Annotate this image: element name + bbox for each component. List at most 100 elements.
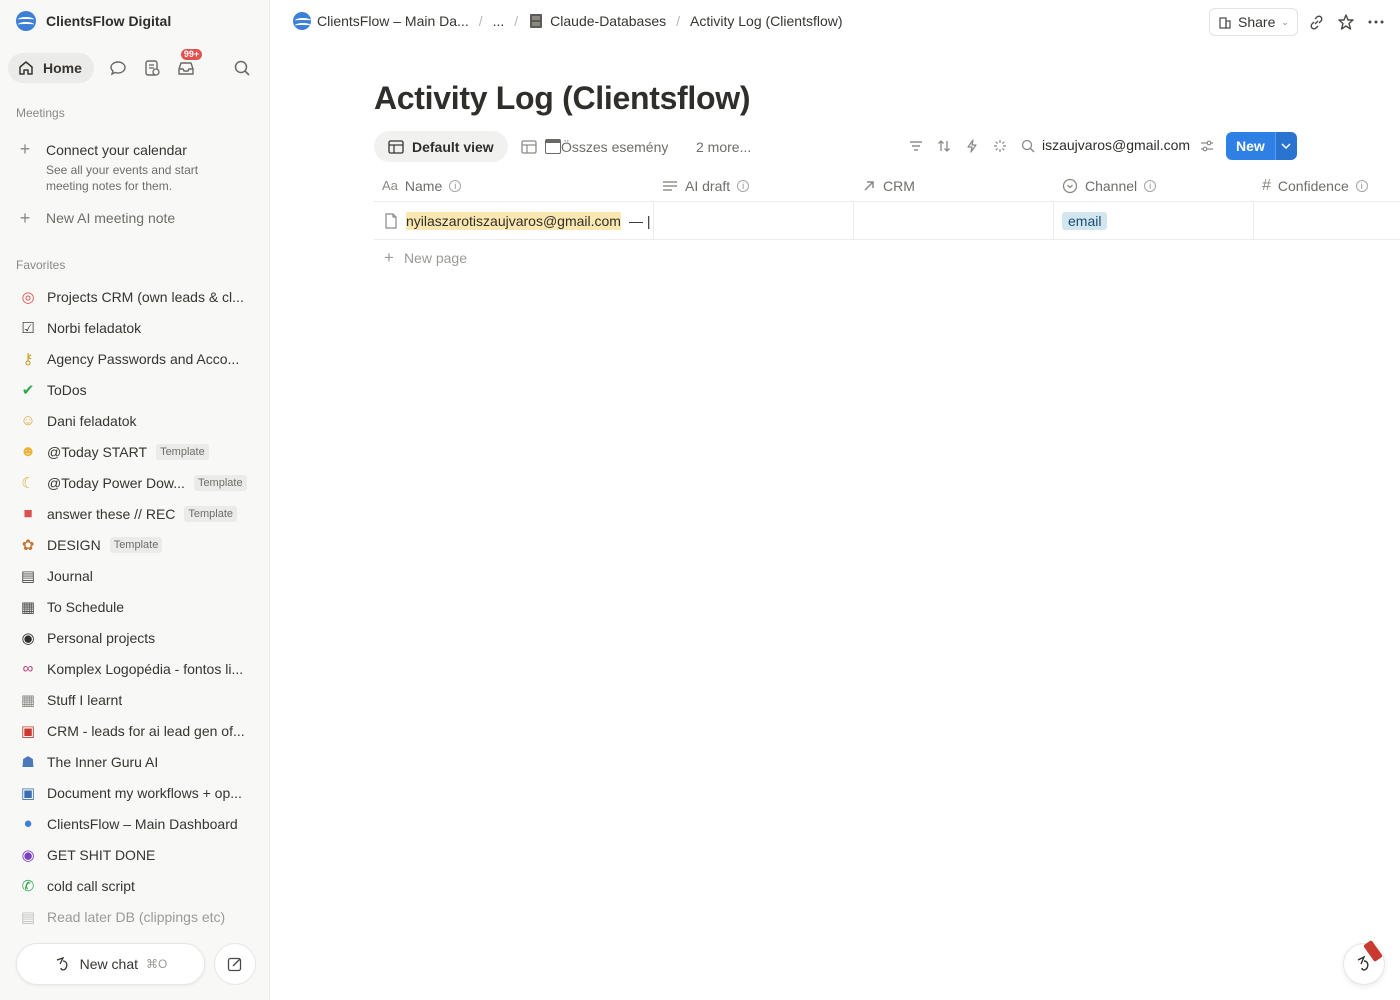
sidebar-item-favorite[interactable]: ▤ Read later DB (clippings etc) (8, 901, 262, 932)
automation-bolt-icon[interactable] (963, 137, 981, 155)
channel-tag: email (1062, 211, 1108, 230)
plus-icon: + (384, 248, 394, 267)
file-cabinet-icon (530, 14, 543, 28)
tab-more-views[interactable]: 2 more... (682, 131, 765, 162)
connect-calendar-desc-2: meeting notes for them. (46, 179, 173, 193)
chevron-down-icon[interactable] (1274, 132, 1297, 160)
cell-ai-draft[interactable] (654, 202, 854, 239)
clientsflow-logo-icon (293, 12, 311, 30)
sidebar-item-favorite[interactable]: ▦ Stuff I learnt (8, 684, 262, 715)
breadcrumb-item-dashboard[interactable]: ClientsFlow – Main Da... (289, 12, 473, 30)
sidebar-item-label: Document my workflows + op... (47, 784, 242, 801)
new-chat-button[interactable]: New chat ⌘O (16, 943, 205, 985)
column-header-confidence[interactable]: # Confidence i (1254, 169, 1400, 202)
sidebar-item-favorite[interactable]: ☾ @Today Power Dow... Template (8, 467, 262, 498)
sidebar-item-favorite[interactable]: ☻ @Today START Template (8, 436, 262, 467)
new-button-label[interactable]: New (1226, 132, 1275, 160)
sidebar-item-favorite[interactable]: ⚷ Agency Passwords and Acco... (8, 343, 262, 374)
column-label: Channel (1085, 177, 1138, 194)
relation-arrow-icon (864, 180, 874, 191)
breadcrumb-label: ... (492, 13, 505, 29)
moon-icon: ☾ (21, 474, 35, 492)
inbox-icon[interactable]: 99+ (176, 49, 203, 78)
connect-calendar[interactable]: + Connect your calendar See all your eve… (16, 140, 256, 194)
chat-icon[interactable] (108, 58, 128, 78)
compose-button[interactable] (214, 943, 256, 985)
search-icon[interactable] (1019, 137, 1037, 155)
more-options-icon[interactable] (1366, 12, 1386, 32)
view-toolbar: Default view Összes esemény 2 more... is… (374, 131, 1400, 163)
row-name: nyilaszarotiszaujvaros@gmail.com (406, 211, 621, 230)
checkbox-icon: ☑ (21, 319, 35, 337)
sidebar-item-favorite[interactable]: ◎ Projects CRM (own leads & cl... (8, 281, 262, 312)
star-icon[interactable] (1336, 12, 1356, 32)
sidebar-item-favorite[interactable]: ▤ Journal (8, 560, 262, 591)
sidebar-item-label: Agency Passwords and Acco... (47, 350, 240, 367)
sidebar-item-label: CRM - leads for ai lead gen of... (47, 722, 245, 739)
breadcrumb-item-ellipsis[interactable]: ... (489, 13, 509, 29)
search-input[interactable]: iszaujvaros@gmail.com (1042, 137, 1190, 153)
workspace-switcher[interactable]: ClientsFlow Digital (16, 11, 171, 31)
sidebar-item-favorite[interactable]: ☑ Norbi feladatok (8, 312, 262, 343)
breadcrumb-item-current[interactable]: Activity Log (Clientsflow) (686, 13, 847, 29)
column-label: CRM (883, 177, 915, 194)
plus-icon: + (19, 208, 31, 228)
cell-crm[interactable] (854, 202, 1054, 239)
search-icon[interactable] (232, 58, 252, 78)
green-check-icon: ✔ (21, 381, 35, 399)
new-ai-meeting-note[interactable]: + New AI meeting note (16, 209, 175, 227)
sidebar-item-favorite[interactable]: ▣ Document my workflows + op... (8, 777, 262, 808)
sidebar: ClientsFlow Digital Home 99+ Meetings + … (0, 0, 270, 1000)
tab-osszes-esemeny[interactable]: Összes esemény (507, 131, 682, 162)
cell-channel[interactable]: email (1054, 202, 1254, 239)
column-header-crm[interactable]: CRM (854, 169, 1054, 202)
page-icon: ▤ (20, 908, 36, 926)
sidebar-item-label: @Today Power Dow... (47, 474, 185, 491)
column-header-name[interactable]: Aa Name i (374, 169, 654, 202)
breadcrumb-item-databases[interactable]: Claude-Databases (524, 13, 670, 29)
sidebar-item-favorite[interactable]: ✔ ToDos (8, 374, 262, 405)
tab-label: Összes esemény (561, 138, 669, 155)
new-record-button[interactable]: New (1226, 132, 1297, 160)
breadcrumb-label: Claude-Databases (550, 13, 667, 29)
sidebar-item-label: Projects CRM (own leads & cl... (47, 288, 244, 305)
ledger-icon: ▦ (20, 598, 36, 616)
sidebar-item-favorite[interactable]: ■ answer these // REC Template (8, 498, 262, 529)
sidebar-item-label: The Inner Guru AI (47, 753, 159, 770)
sidebar-item-favorite[interactable]: ∞ Komplex Logopédia - fontos li... (8, 653, 262, 684)
sidebar-item-favorite[interactable]: ☗ The Inner Guru AI (8, 746, 262, 777)
filter-icon[interactable] (907, 137, 925, 155)
home-button[interactable]: Home (8, 53, 94, 83)
clientsflow-logo-icon: ● (23, 815, 33, 832)
sort-icon[interactable] (935, 137, 953, 155)
sidebar-item-label: Personal projects (47, 629, 156, 646)
link-icon[interactable] (1306, 12, 1326, 32)
sidebar-item-favorite[interactable]: ▣ CRM - leads for ai lead gen of... (8, 715, 262, 746)
sidebar-item-favorite[interactable]: ◉ GET SHIT DONE (8, 839, 262, 870)
table-icon (521, 139, 537, 154)
sparkle-icon[interactable] (991, 137, 1009, 155)
sidebar-item-favorite[interactable]: ● ClientsFlow – Main Dashboard (8, 808, 262, 839)
workspace-logo-icon (16, 11, 36, 31)
ai-assistant-button[interactable] (1343, 943, 1385, 985)
sidebar-item-favorite[interactable]: ▦ To Schedule (8, 591, 262, 622)
sidebar-item-favorite[interactable]: ◉ Personal projects (8, 622, 262, 653)
column-header-channel[interactable]: Channel i (1054, 169, 1254, 202)
sidebar-item-favorite[interactable]: ✿ DESIGN Template (8, 529, 262, 560)
new-page-button[interactable]: + New page (384, 248, 467, 268)
settings-sliders-icon[interactable] (1198, 137, 1216, 155)
tab-default-view[interactable]: Default view (374, 131, 508, 162)
cell-name[interactable]: nyilaszarotiszaujvaros@gmail.com — | (374, 202, 654, 239)
column-header-ai-draft[interactable]: AI draft i (654, 169, 854, 202)
share-button[interactable]: Share ⌄ (1209, 8, 1298, 36)
sidebar-item-favorite[interactable]: ✆ cold call script (8, 870, 262, 901)
sidebar-item-favorite[interactable]: ☺ Dani feladatok (8, 405, 262, 436)
target-icon: ◎ (21, 288, 35, 306)
cell-confidence[interactable] (1254, 202, 1400, 239)
key-icon: ⚷ (22, 350, 34, 368)
meeting-notes-icon[interactable] (142, 58, 162, 78)
sidebar-item-label: Journal (47, 567, 93, 584)
sidebar-nav: Home 99+ (8, 49, 262, 84)
breadcrumb: ClientsFlow – Main Da... / ... / Claude-… (289, 12, 847, 30)
table-row[interactable]: nyilaszarotiszaujvaros@gmail.com — | ema… (374, 202, 1400, 240)
